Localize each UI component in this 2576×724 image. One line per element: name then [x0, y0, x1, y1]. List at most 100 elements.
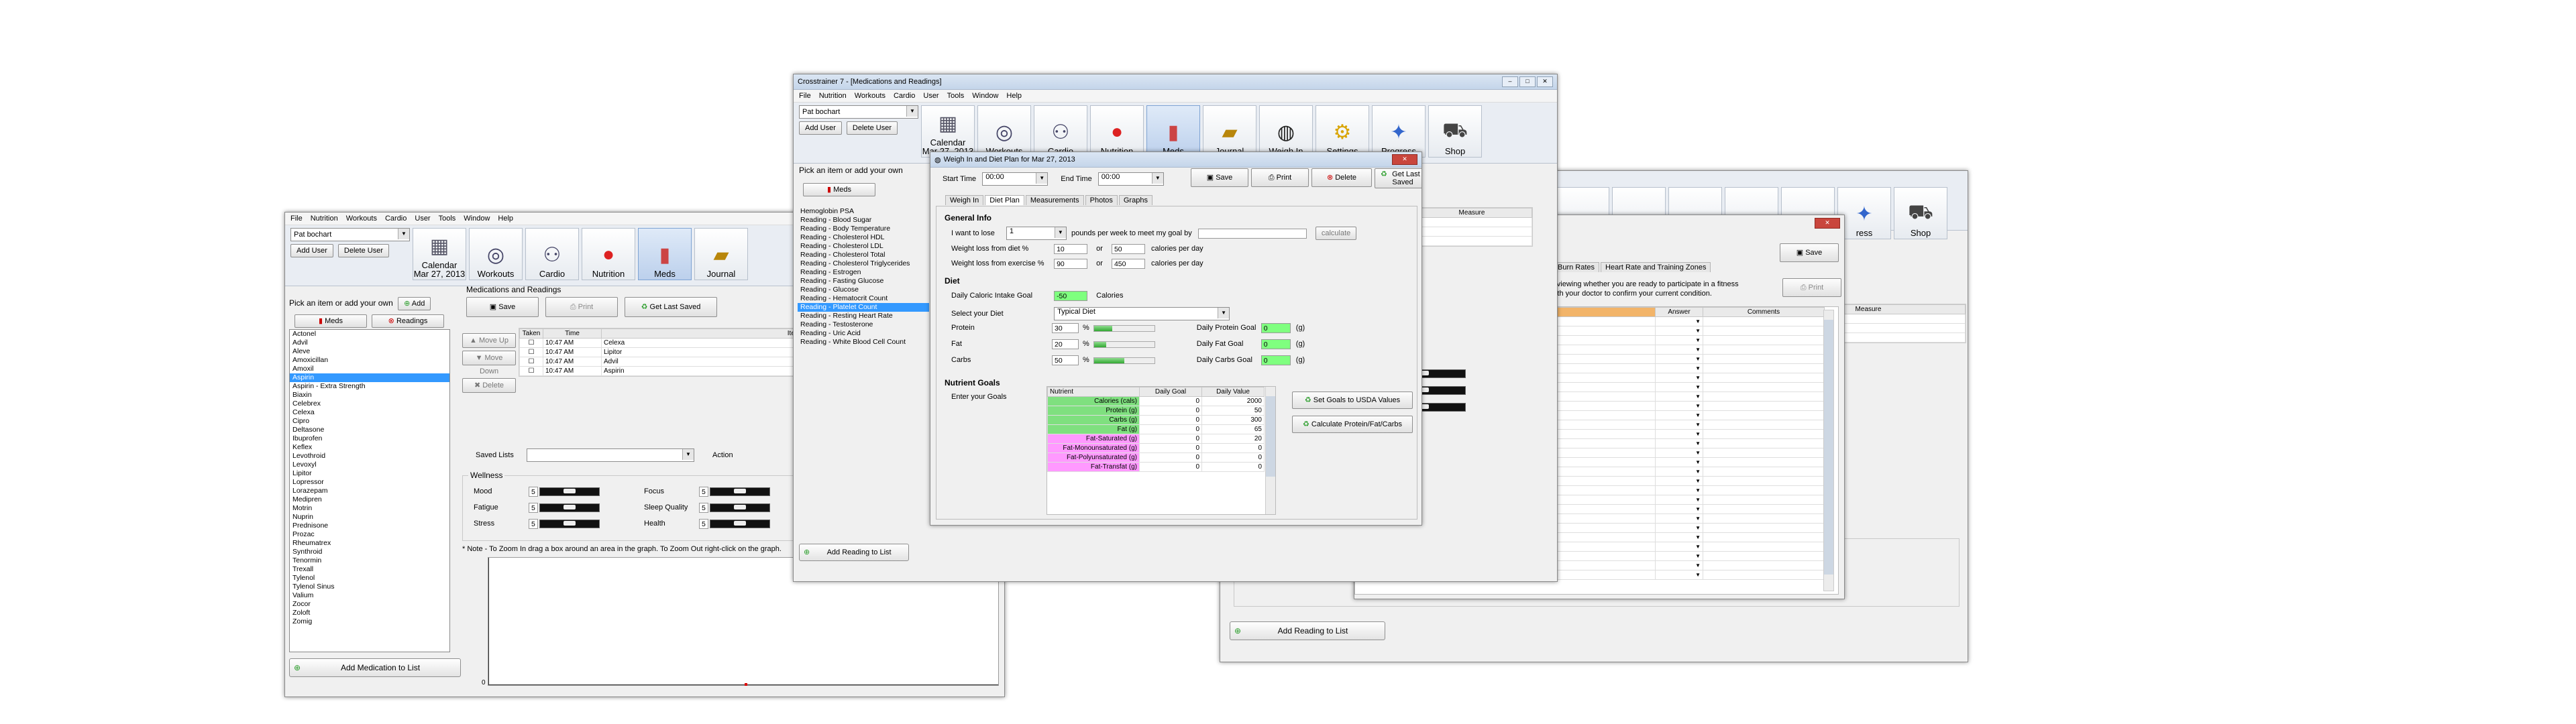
list-item[interactable]: Lipitor — [290, 469, 449, 478]
daily-value-cell[interactable]: 0 — [1201, 443, 1265, 453]
list-item[interactable]: Biaxin — [290, 391, 449, 400]
list-item[interactable]: Lorazepam — [290, 487, 449, 495]
list-item[interactable]: Cipro — [290, 417, 449, 426]
daily-value-cell[interactable]: 0 — [1201, 452, 1265, 463]
tab-photos[interactable]: Photos — [1085, 195, 1118, 205]
list-item[interactable]: Lopressor — [290, 478, 449, 487]
wellness-value[interactable]: 5 — [529, 519, 538, 529]
saved-lists-select[interactable]: ▼ — [526, 448, 694, 462]
daily-value-cell[interactable]: 300 — [1201, 415, 1265, 425]
wellness-slider[interactable] — [710, 520, 770, 528]
taken-checkbox[interactable]: ☐ — [519, 366, 543, 376]
toolbar-progress-button[interactable]: ✦Progress — [1372, 105, 1426, 158]
scrollbar[interactable] — [1265, 387, 1275, 514]
list-item[interactable]: Levoxyl — [290, 461, 449, 469]
answer-cell[interactable]: ▼ — [1655, 448, 1703, 458]
tab-weigh-in[interactable]: Weigh In — [945, 195, 984, 205]
list-item[interactable]: Tylenol Sinus — [290, 583, 449, 591]
list-item[interactable]: Ibuprofen — [290, 434, 449, 443]
taken-checkbox[interactable]: ☐ — [519, 357, 543, 367]
add-reading-button[interactable]: ⊕ Add Reading to List — [1230, 621, 1385, 640]
answer-cell[interactable]: ▼ — [1655, 485, 1703, 495]
maximize-button[interactable]: □ — [1519, 76, 1536, 87]
list-item[interactable]: Levothroid — [290, 452, 449, 461]
meds-button[interactable]: ▮ Meds — [294, 314, 367, 328]
menu-cardio[interactable]: Cardio — [385, 215, 407, 223]
medication-list[interactable]: Actonel Advil Aleve Amoxicillan Amoxil Aspiri… — [289, 329, 450, 652]
answer-cell[interactable]: ▼ — [1655, 354, 1703, 364]
list-item[interactable]: Reading - Blood Sugar — [798, 216, 929, 225]
answer-cell[interactable]: ▼ — [1655, 532, 1703, 542]
list-item[interactable]: Trexall — [290, 565, 449, 574]
comments-cell[interactable] — [1703, 354, 1825, 364]
list-item[interactable]: Reading - Estrogen — [798, 268, 929, 277]
get-last-saved-button[interactable]: ♻ Get Last Saved — [625, 297, 717, 317]
answer-cell[interactable]: ▼ — [1655, 457, 1703, 467]
list-item[interactable]: Rheumatrex — [290, 539, 449, 548]
menu-file[interactable]: File — [290, 215, 303, 223]
answer-cell[interactable]: ▼ — [1655, 551, 1703, 561]
save-button[interactable]: ▣ Save — [1780, 243, 1839, 262]
wellness-slider[interactable] — [710, 487, 770, 496]
wellness-slider[interactable] — [710, 503, 770, 512]
daily-goal-cell[interactable]: 0 — [1139, 424, 1202, 434]
daily-value-cell[interactable]: 20 — [1201, 434, 1265, 444]
answer-cell[interactable]: ▼ — [1655, 335, 1703, 345]
add-user-button[interactable]: Add User — [290, 244, 333, 257]
print-button[interactable]: ⎙ Print — [545, 297, 618, 317]
comments-cell[interactable] — [1703, 570, 1825, 580]
comments-cell[interactable] — [1703, 335, 1825, 345]
tab-diet-plan[interactable]: Diet Plan — [985, 195, 1024, 205]
list-item[interactable]: Reading - Cholesterol Total — [798, 251, 929, 259]
comments-cell[interactable] — [1703, 401, 1825, 411]
comments-cell[interactable] — [1703, 448, 1825, 458]
answer-cell[interactable]: ▼ — [1655, 391, 1703, 402]
calculate-button[interactable]: calculate — [1315, 227, 1357, 240]
answer-cell[interactable]: ▼ — [1655, 326, 1703, 336]
answer-cell[interactable]: ▼ — [1655, 504, 1703, 514]
delete-user-button[interactable]: Delete User — [846, 121, 898, 135]
menu-tools[interactable]: Tools — [947, 92, 965, 100]
scrollbar[interactable] — [1823, 310, 1834, 591]
list-item[interactable]: Zoloft — [290, 609, 449, 617]
tab-burn-rates[interactable]: Burn Rates — [1553, 262, 1600, 272]
list-item[interactable]: Actonel — [290, 330, 449, 339]
comments-cell[interactable] — [1703, 363, 1825, 373]
answer-cell[interactable]: ▼ — [1655, 495, 1703, 505]
answer-cell[interactable]: ▼ — [1655, 401, 1703, 411]
list-item[interactable]: Amoxil — [290, 365, 449, 373]
wellness-value[interactable]: 5 — [699, 519, 708, 529]
menu-help[interactable]: Help — [498, 215, 513, 223]
daily-goal-cell[interactable]: 0 — [1139, 415, 1202, 425]
list-item[interactable]: Advil — [290, 339, 449, 347]
add-reading-button[interactable]: ⊕ Add Reading to List — [799, 544, 909, 561]
list-item[interactable]: Reading - Hematocrit Count — [798, 294, 929, 303]
macro-goal-field[interactable]: 0 — [1260, 323, 1291, 333]
list-item[interactable]: Keflex — [290, 443, 449, 452]
daily-goal-cell[interactable]: 0 — [1139, 434, 1202, 444]
list-item[interactable]: Celebrex — [290, 400, 449, 408]
wellness-slider[interactable] — [539, 520, 600, 528]
comments-cell[interactable] — [1703, 467, 1825, 477]
list-item[interactable]: Medipren — [290, 495, 449, 504]
menu-file[interactable]: File — [799, 92, 811, 100]
user-select[interactable]: Pat bochart ▼ — [799, 105, 918, 119]
answer-cell[interactable]: ▼ — [1655, 410, 1703, 420]
comments-cell[interactable] — [1703, 438, 1825, 448]
answer-cell[interactable]: ▼ — [1655, 476, 1703, 486]
menu-help[interactable]: Help — [1006, 92, 1022, 100]
answer-cell[interactable]: ▼ — [1655, 542, 1703, 552]
pounds-select[interactable]: 1 ▼ — [1006, 227, 1067, 241]
list-item[interactable]: Reading - Platelet Count — [798, 303, 929, 312]
menu-window[interactable]: Window — [464, 215, 490, 223]
toolbar-journal-button[interactable]: ▰ Journal — [694, 228, 748, 280]
macro-goal-field[interactable]: 0 — [1260, 355, 1291, 365]
comments-cell[interactable] — [1703, 560, 1825, 570]
comments-cell[interactable] — [1703, 382, 1825, 392]
save-button[interactable]: ▣ Save — [466, 297, 539, 317]
menu-user[interactable]: User — [415, 215, 430, 223]
table-row[interactable]: Fat (g) 0 65 — [1047, 424, 1265, 434]
macro-pct-field[interactable]: 20 — [1052, 339, 1079, 349]
daily-value-cell[interactable]: 65 — [1201, 424, 1265, 434]
daily-goal-cell[interactable]: 0 — [1139, 406, 1202, 416]
